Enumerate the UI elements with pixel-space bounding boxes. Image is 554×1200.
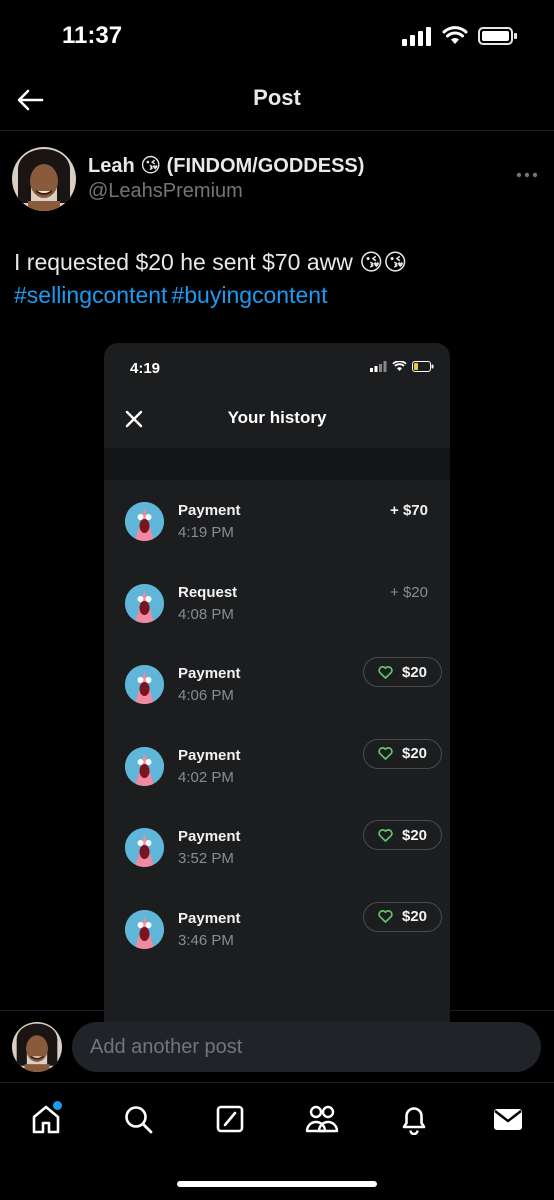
top-nav: Post [0,70,554,130]
tab-grok[interactable] [210,1099,250,1139]
transaction-type: Payment [178,502,241,519]
divider [0,130,554,131]
transaction-time: 3:46 PM [178,931,234,949]
tab-home[interactable] [26,1099,66,1139]
embed-battery-icon [412,361,434,372]
communities-icon [305,1105,339,1133]
status-time: 11:37 [62,22,123,49]
transaction-row[interactable]: Payment 3:52 PM $20 [104,806,450,888]
messages-icon [494,1109,522,1130]
tab-messages[interactable] [488,1099,528,1139]
embed-header: Your history [104,393,450,448]
section-divider [104,448,450,480]
reply-input[interactable] [72,1022,541,1072]
post-text: I requested $20 he sent $70 aww 😘😘 #sell… [14,246,544,312]
patrick-avatar-icon [125,746,164,786]
embed-status-icons [370,361,434,372]
transaction-time: 4:02 PM [178,768,234,786]
contact-avatar [125,909,164,949]
tab-notifications[interactable] [394,1099,434,1139]
hashtag-list: #sellingcontent #buyingcontent [14,279,544,312]
transaction-row[interactable]: Request 4:08 PM + $20 [104,562,450,644]
status-bar: 11:37 [0,0,554,70]
transaction-time: 3:52 PM [178,850,234,867]
like-amount-pill[interactable]: $20 [363,738,442,769]
transaction-time: 4:06 PM [178,687,234,704]
transaction-row[interactable]: Payment 4:06 PM $20 [104,643,450,725]
like-amount-pill[interactable]: $20 [363,820,442,850]
transaction-amount: + $70 [390,502,428,519]
heart-icon [378,828,393,842]
avatar-photo-icon [12,1022,62,1072]
heart-icon [378,665,393,679]
author-avatar[interactable] [12,147,76,211]
home-indicator [177,1181,377,1187]
tab-search[interactable] [118,1099,158,1139]
patrick-avatar-icon [125,828,164,867]
author-handle[interactable]: @LeahsPremium [88,180,243,203]
tab-communities[interactable] [302,1099,342,1139]
embed-title: Your history [227,408,327,427]
transaction-type: Payment [178,909,241,927]
transaction-list: Payment 4:19 PM + $70 Request 4:08 PM + … [104,480,450,969]
embed-status-bar: 4:19 [104,343,450,393]
page-title: Post [253,85,301,110]
heart-icon [378,910,393,923]
notifications-icon [402,1107,426,1135]
contact-avatar [125,746,164,786]
notification-dot [53,1101,62,1110]
battery-icon [478,27,517,45]
patrick-avatar-icon [125,665,164,704]
transaction-amount: $20 [401,745,428,762]
transaction-amount: $20 [401,663,428,681]
status-icons [402,26,518,46]
embed-status-time: 4:19 [130,360,161,377]
transaction-time: 4:08 PM [178,605,234,623]
transaction-time: 4:19 PM [178,524,234,541]
avatar-photo-icon [12,147,76,211]
more-options-button[interactable] [516,158,538,184]
transaction-amount: $20 [401,826,428,844]
embed-signal-icon [370,361,387,372]
embed-wifi-icon [392,361,407,371]
post-body: I requested $20 he sent $70 aww 😘😘 [14,249,408,275]
author-name[interactable]: Leah 😘 (FINDOM/GODDESS) [88,153,364,178]
transaction-type: Request [178,583,238,601]
search-icon [125,1106,153,1134]
patrick-avatar-icon [125,502,164,541]
transaction-amount: + $20 [390,583,428,601]
transaction-type: Payment [178,746,241,764]
post-image[interactable]: 4:19 Your history Payment 4:19 PM + $70 … [104,343,450,1023]
transaction-type: Payment [178,828,241,845]
divider [0,1010,554,1011]
patrick-avatar-icon [125,909,164,949]
more-dots-icon [516,172,538,178]
heart-icon [378,747,393,760]
like-amount-pill[interactable]: $20 [363,901,442,932]
transaction-type: Payment [178,665,241,682]
transaction-row[interactable]: Payment 4:19 PM + $70 [104,480,450,562]
contact-avatar [125,828,164,867]
user-avatar[interactable] [12,1022,62,1072]
patrick-avatar-icon [125,583,164,623]
contact-avatar [125,502,164,541]
hashtag-link[interactable]: #sellingcontent [14,282,167,308]
contact-avatar [125,665,164,704]
cellular-signal-icon [402,27,431,46]
grok-icon [216,1105,244,1133]
wifi-icon [442,26,468,44]
hashtag-link[interactable]: #buyingcontent [171,282,327,308]
transaction-row[interactable]: Payment 3:46 PM $20 [104,888,450,970]
transaction-row[interactable]: Payment 4:02 PM $20 [104,725,450,807]
transaction-amount: $20 [401,908,428,925]
like-amount-pill[interactable]: $20 [363,657,442,687]
contact-avatar [125,583,164,623]
